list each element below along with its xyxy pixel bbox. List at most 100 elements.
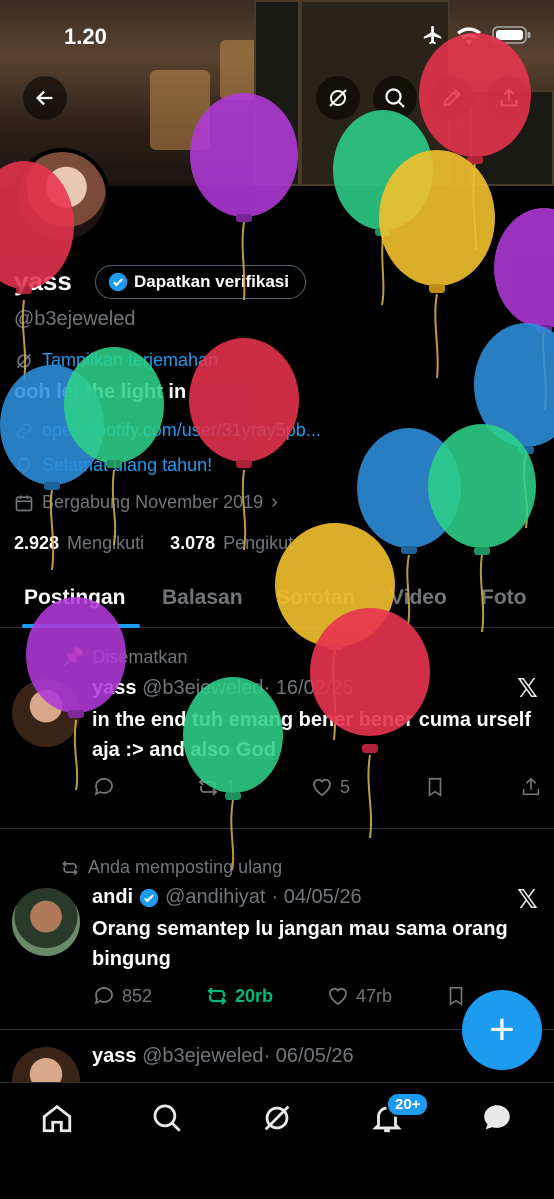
status-time: 1.20 <box>64 24 107 49</box>
search-icon[interactable] <box>150 1101 184 1135</box>
translate-link[interactable]: Tampilkan terjemahan <box>42 350 218 371</box>
profile-avatar[interactable] <box>14 148 110 244</box>
reply-icon <box>94 778 113 796</box>
compose-button[interactable]: + <box>462 990 542 1070</box>
post-header: yass @b3ejeweled· 16/02/25 <box>92 677 354 700</box>
post-author[interactable]: yass <box>92 1045 137 1067</box>
repost-button[interactable]: 1 <box>196 775 236 799</box>
reply-button[interactable] <box>92 775 122 799</box>
joined-row[interactable]: Bergabung November 2019 › <box>14 491 278 514</box>
heart-icon <box>313 778 331 797</box>
balloon-icon <box>474 323 554 529</box>
grok-icon[interactable] <box>260 1101 294 1135</box>
share-icon <box>522 777 540 796</box>
bookmark-button[interactable] <box>445 985 467 1007</box>
post-avatar[interactable] <box>12 1047 80 1082</box>
share-profile-button[interactable] <box>487 76 531 120</box>
post-text: Orang semantep lu jangan mau sama orang … <box>92 918 508 970</box>
verified-badge-icon <box>108 272 128 292</box>
chevron-right-icon: › <box>271 491 278 513</box>
active-tab-indicator <box>22 624 140 628</box>
followers-label[interactable]: Pengikut <box>223 533 293 554</box>
link-icon <box>16 422 32 439</box>
balloon-icon <box>18 456 30 474</box>
profile-link[interactable]: open.spotify.com/user/31yray5pb... <box>42 420 321 441</box>
home-icon[interactable] <box>40 1101 74 1135</box>
post-handle[interactable]: @b3ejeweled <box>142 677 264 699</box>
birthday-text[interactable]: Selamat ulang tahun! <box>42 455 212 476</box>
messages-icon[interactable] <box>480 1101 514 1135</box>
like-button[interactable]: 47rb <box>326 984 392 1008</box>
post-header: andi @andihiyat · 04/05/26 <box>92 886 362 909</box>
grok-icon <box>329 89 347 107</box>
followers-count[interactable]: 3.078 <box>170 533 215 554</box>
heart-icon <box>329 987 347 1006</box>
notification-badge: 20+ <box>386 1092 430 1117</box>
like-button[interactable]: 5 <box>310 775 350 799</box>
repost-context-label: Anda memposting ulang <box>88 857 283 877</box>
reply-button[interactable]: 852 <box>92 984 152 1008</box>
x-logo-icon: 𝕏 <box>517 884 538 914</box>
following-count[interactable]: 2.928 <box>14 533 59 554</box>
post-actions: 1 5 <box>92 775 542 799</box>
grok-button[interactable] <box>316 76 360 120</box>
post-avatar[interactable] <box>12 679 80 747</box>
profile-link-row[interactable]: open.spotify.com/user/31yray5pb... <box>14 420 321 441</box>
post-handle[interactable]: @b3ejeweled <box>142 1045 264 1067</box>
x-logo-icon: 𝕏 <box>517 673 538 703</box>
post-author[interactable]: yass <box>92 677 137 699</box>
share-button[interactable] <box>520 776 542 798</box>
reply-count: 852 <box>122 985 153 1006</box>
tab-highlights[interactable]: Sorotan <box>276 586 355 610</box>
post-header: yass @b3ejeweled· 06/05/26 <box>92 1045 354 1068</box>
repost-icon <box>198 778 218 796</box>
profile-handle: @b3ejeweled <box>14 308 136 330</box>
post-item[interactable]: Anda memposting ulang andi @andihiyat · 0… <box>0 830 554 1030</box>
profile-bio: ooh let the light in <box>14 381 187 403</box>
like-count: 47rb <box>356 985 393 1006</box>
repost-button[interactable]: 20rb <box>205 984 273 1008</box>
bookmark-icon <box>428 777 442 797</box>
edit-button[interactable] <box>430 76 474 120</box>
wifi-icon <box>457 27 481 45</box>
post-handle[interactable]: @andihiyat <box>165 886 265 909</box>
pinned-label: Disematkan <box>92 647 188 667</box>
repost-count: 1 <box>225 776 236 797</box>
repost-icon <box>62 860 78 875</box>
following-label[interactable]: Mengikuti <box>67 533 144 554</box>
post-date: · 16/02/25 <box>263 677 354 699</box>
verified-badge-icon <box>139 888 159 907</box>
get-verified-button[interactable]: Dapatkan verifikasi <box>95 265 306 299</box>
post-avatar[interactable] <box>12 888 80 956</box>
arrow-left-icon <box>36 90 53 106</box>
status-icons <box>420 24 532 46</box>
post-date: · 04/05/26 <box>271 886 362 908</box>
airplane-icon <box>423 25 442 45</box>
reply-icon <box>94 987 113 1005</box>
pin-icon: 📌 <box>62 647 85 667</box>
repost-icon <box>207 987 227 1005</box>
post-item[interactable]: 📌 Disematkan yass @b3ejeweled· 16/02/25 … <box>0 629 554 829</box>
calendar-icon <box>15 495 33 511</box>
bookmark-button[interactable] <box>424 776 446 798</box>
joined-text: Bergabung November 2019 <box>42 492 264 512</box>
tab-video[interactable]: Video <box>390 586 447 610</box>
battery-icon <box>492 26 531 44</box>
post-date: · 06/05/26 <box>263 1045 354 1067</box>
post-author[interactable]: andi <box>92 886 133 909</box>
tab-posts[interactable]: Postingan <box>24 586 126 610</box>
follow-counts: 2.928 Mengikuti 3.078 Pengikut <box>14 533 293 554</box>
balloon-icon <box>64 347 164 546</box>
search-icon <box>385 88 405 108</box>
bookmark-icon <box>449 986 463 1006</box>
grok-icon <box>16 353 32 368</box>
search-button[interactable] <box>373 76 417 120</box>
share-icon <box>500 88 518 107</box>
tab-replies[interactable]: Balasan <box>162 586 243 610</box>
pencil-icon <box>443 89 461 107</box>
post-text: in the end tuh emang bener bener cuma ur… <box>92 709 531 761</box>
translate-row[interactable]: Tampilkan terjemahan <box>14 350 218 371</box>
tab-photos[interactable]: Foto <box>481 586 526 610</box>
repost-count: 20rb <box>235 985 274 1006</box>
back-button[interactable] <box>23 76 67 120</box>
